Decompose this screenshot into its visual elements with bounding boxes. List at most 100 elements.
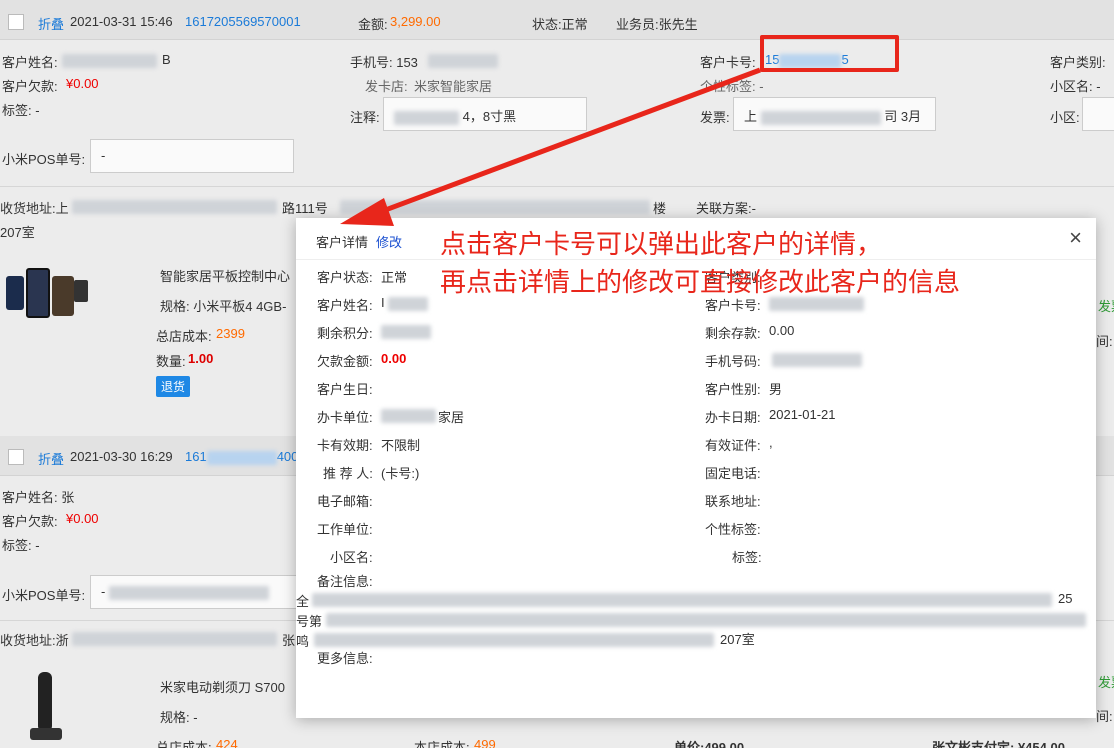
pos-label: 小米POS单号: (2, 152, 86, 167)
status-label: 客户状态: (317, 270, 373, 285)
pos-value: - (101, 148, 106, 163)
blurred-mobile (772, 353, 862, 367)
address-mid-2: 楼 (653, 201, 667, 216)
debt-value: ¥0.00 (66, 511, 99, 526)
order-number-link[interactable]: 161 400 (185, 449, 298, 465)
remark-label: 注释: (350, 110, 380, 125)
debt-amount-label: 欠款金额: (317, 354, 373, 369)
pos-value: - (101, 584, 106, 599)
work-unit-label: 工作单位: (317, 522, 373, 537)
name-label: 客户姓名: (317, 298, 373, 313)
pos-input[interactable]: - (90, 575, 300, 609)
debt-value: ¥0.00 (66, 76, 99, 91)
pos-label: 小米POS单号: (2, 588, 86, 603)
points-label: 剩余积分: (317, 326, 373, 341)
order-amount: 3,299.00 (390, 14, 441, 29)
district-label: 小区名: - (1050, 79, 1101, 94)
blurred-remark (394, 110, 459, 125)
unit-price: 单价:499.00 (674, 740, 745, 748)
store-cost-label: 总店成本: (156, 740, 212, 748)
card-date-value: 2021-01-21 (769, 407, 836, 422)
invoice-head: 上 (744, 109, 758, 124)
tag-label: 标签: (732, 550, 762, 565)
issue-store-label: 发卡店: (365, 79, 408, 94)
close-icon[interactable]: × (1069, 226, 1082, 250)
blurred-address (72, 200, 277, 214)
category-label: 客户类别: (1050, 55, 1106, 70)
blurred-pos (108, 585, 269, 600)
fold-link[interactable]: 折叠 (38, 14, 64, 33)
paid-amount: 张文彬支付定: ¥454.00 (932, 740, 1065, 748)
edit-link[interactable]: 修改 (376, 232, 402, 251)
remark-input[interactable]: 4，8寸黑 (383, 97, 587, 131)
address-mid: 张 (282, 633, 296, 648)
email-label: 电子邮箱: (317, 494, 373, 509)
remark-line3-tail: 207室 (720, 632, 755, 647)
product-image-tablet (6, 262, 91, 342)
branch-cost-label: 本店成本: (414, 740, 470, 748)
invoice-input[interactable]: 上 司 3月 (733, 97, 936, 131)
blurred-name (62, 54, 157, 68)
invoice-tail: 司 3月 (884, 109, 922, 124)
order-header-1: 折叠 2021-03-31 15:46 1617205569570001 金额:… (0, 0, 1114, 40)
qty-value: 1.00 (188, 351, 214, 366)
order-datetime: 2021-03-30 16:29 (70, 449, 173, 464)
remark-line3-head: 鸣 (296, 634, 310, 649)
district-input[interactable] (1082, 97, 1114, 131)
pos-input[interactable]: - (90, 139, 294, 173)
customer-name-tail: B (162, 52, 171, 67)
name-value: I (381, 295, 385, 310)
remark-line1-tail: 25 (1058, 591, 1073, 606)
contact-address-label: 联系地址: (705, 494, 761, 509)
product-name: 米家电动剃须刀 S700 (160, 680, 285, 695)
order-number-link[interactable]: 1617205569570001 (185, 14, 301, 29)
section-divider (0, 186, 1114, 187)
product-image-shaver (30, 672, 70, 748)
annotation-line-1: 点击客户卡号可以弹出此客户的详情， (440, 230, 883, 260)
debt-label: 客户欠款: (2, 79, 58, 94)
related-plan: 关联方案:- (696, 201, 756, 216)
remark-value: 4，8寸黑 (462, 109, 517, 124)
blurred-invoice (760, 110, 881, 125)
referrer-value: (卡号:) (381, 466, 420, 481)
card-number-label: 客户卡号: (700, 55, 756, 70)
side-time-1: 间: (1096, 334, 1113, 349)
fold-link[interactable]: 折叠 (38, 449, 64, 468)
return-button[interactable]: 退货 (156, 376, 191, 397)
tags-label: 标签: - (2, 538, 40, 553)
qty-label: 数量: (156, 354, 186, 369)
invoice-label: 发票: (700, 110, 730, 125)
customer-name-label: 客户姓名: 张 (2, 490, 75, 505)
address-mid: 路111号 (282, 201, 328, 216)
modal-title: 客户详情 (316, 235, 369, 250)
store-cost: 424 (216, 737, 238, 748)
card-date-label: 办卡日期: (705, 410, 761, 425)
card-number-highlight (760, 35, 899, 72)
blurred-name-value (388, 297, 428, 311)
deposit-value: 0.00 (769, 323, 795, 338)
validity-value: 不限制 (381, 438, 421, 453)
order-select-checkbox[interactable] (8, 14, 24, 30)
issue-store: 米家智能家居 (414, 79, 493, 94)
remark-line2-head: 号第 (296, 614, 323, 629)
validity-label: 卡有效期: (317, 438, 373, 453)
blurred-issuing-unit (381, 409, 436, 423)
order-datetime: 2021-03-31 15:46 (70, 14, 173, 29)
debt-label: 客户欠款: (2, 514, 58, 529)
order-select-checkbox[interactable] (8, 449, 24, 465)
order-status: 状态:正常 (532, 17, 588, 32)
order-number-head[interactable]: 161 (185, 449, 207, 464)
product-name: 智能家居平板控制中心 (160, 269, 291, 284)
side-invoice-2: 发票 (1098, 675, 1114, 690)
personal-tag-label: 个性标签: (705, 522, 761, 537)
referrer-label: 推 荐 人: (323, 466, 373, 481)
blurred-order-number (206, 450, 277, 465)
id-doc-label: 有效证件: (705, 438, 761, 453)
personal-tag: 个性标签: - (700, 79, 764, 94)
blurred-address-2 (340, 200, 650, 214)
blurred-remark-line3 (314, 633, 714, 647)
issuing-unit-value: 家居 (438, 410, 465, 425)
product-spec: 规格: 小米平板4 4GB- (160, 299, 287, 314)
district-name-label: 小区名: (330, 550, 373, 565)
amount-label: 金额: (358, 17, 388, 32)
